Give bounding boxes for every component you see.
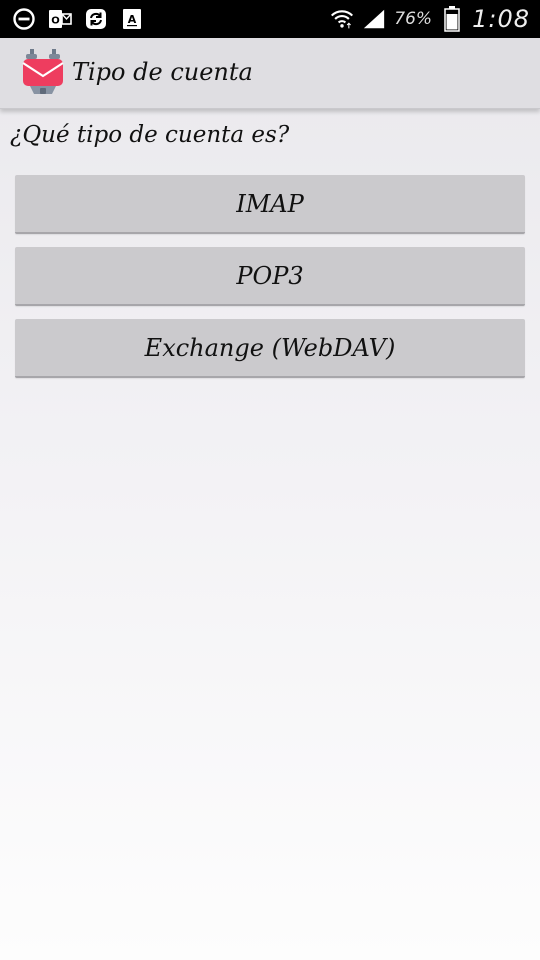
account-type-prompt: ¿Qué tipo de cuenta es? [10, 122, 290, 148]
page-title: Tipo de cuenta [72, 58, 253, 86]
imap-button[interactable]: IMAP [15, 175, 525, 234]
exchange-webdav-button[interactable]: Exchange (WebDAV) [15, 319, 525, 378]
status-bar: O A 76% 1:08 [0, 0, 540, 38]
svg-text:A: A [128, 13, 137, 26]
k9-mail-icon[interactable] [20, 48, 66, 98]
svg-text:O: O [51, 16, 60, 27]
signal-icon [362, 7, 386, 31]
font-icon: A [120, 7, 144, 31]
action-bar: Tipo de cuenta [0, 38, 540, 109]
outlook-icon: O [48, 7, 72, 31]
wifi-icon [330, 7, 354, 31]
notification-icons: O A [12, 6, 144, 32]
do-not-disturb-icon [12, 7, 36, 31]
battery-percentage: 76% [394, 9, 433, 29]
system-icons: 76% 1:08 [330, 4, 530, 34]
clock: 1:08 [472, 5, 530, 33]
pop3-button[interactable]: POP3 [15, 247, 525, 306]
battery-icon [440, 6, 464, 32]
sync-icon [84, 7, 108, 31]
